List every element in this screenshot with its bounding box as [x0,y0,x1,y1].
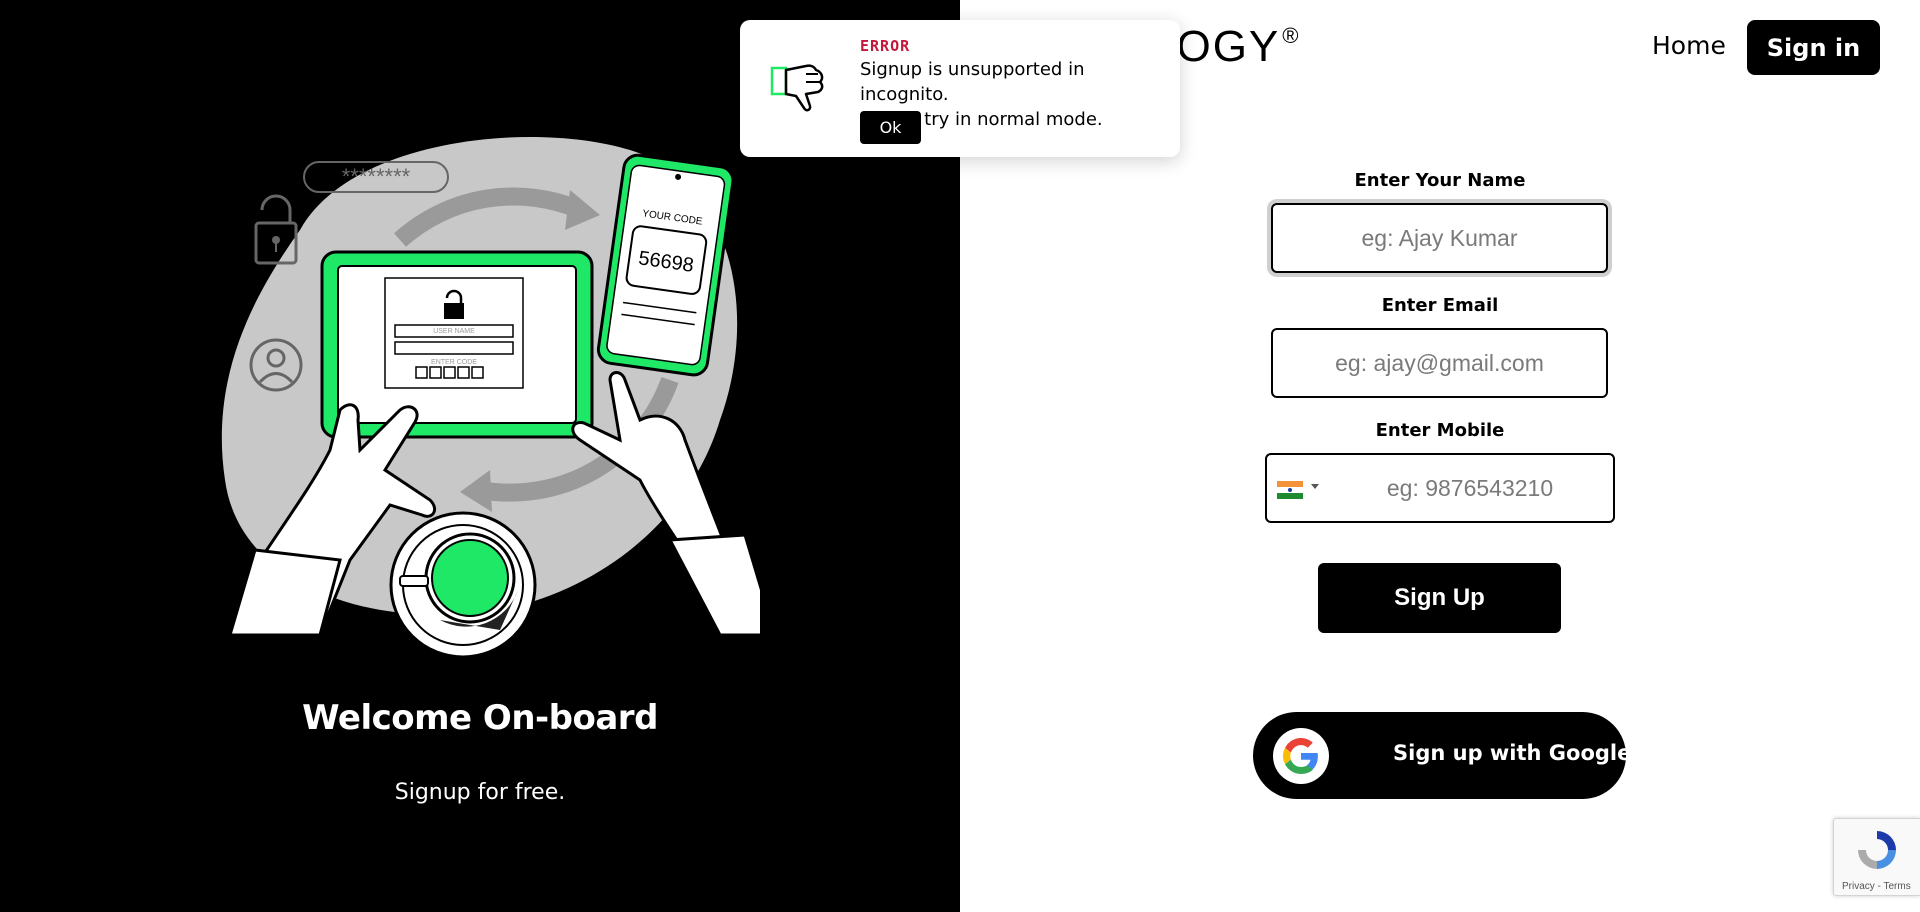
signup-button[interactable]: Sign Up [1318,563,1561,633]
mobile-input[interactable] [1327,455,1613,521]
google-logo-badge [1273,728,1329,784]
email-input[interactable] [1271,328,1608,398]
coffee-cup [389,511,537,659]
recaptcha-badge[interactable]: Privacy - Terms [1833,818,1920,896]
country-dropdown-caret-icon[interactable] [1311,484,1319,489]
toast-message-line1: Signup is unsupported in incognito. [860,59,1085,105]
signup-illustration: ******** USER NAME ENTER CODE YOUR CODE … [221,136,760,659]
google-signup-button[interactable]: Sign up with Google [1253,712,1631,799]
thumbs-down-icon [770,64,824,112]
india-flag-icon[interactable] [1277,481,1303,499]
tablet-username-caption: USER NAME [433,328,475,335]
recaptcha-links[interactable]: Privacy - Terms [1842,881,1911,892]
tablet-code-caption: ENTER CODE [431,359,477,366]
name-label: Enter Your Name [1354,170,1526,191]
registered-mark: ® [1282,23,1301,48]
google-icon [1283,738,1318,774]
toast-title: ERROR [860,37,911,55]
nav-home-link[interactable]: Home [1652,31,1726,60]
welcome-subtitle: Signup for free. [394,780,566,805]
mobile-label: Enter Mobile [1375,420,1505,441]
google-signup-label: Sign up with Google [1393,741,1632,765]
mobile-field [1265,453,1615,523]
welcome-title: Welcome On-board [302,698,658,738]
signin-button[interactable]: Sign in [1747,20,1880,75]
toast-ok-button[interactable]: Ok [860,111,921,144]
password-mask: ******** [342,164,411,189]
email-label: Enter Email [1381,295,1499,316]
name-input[interactable] [1271,203,1608,273]
recaptcha-icon [1858,831,1896,869]
error-toast: ERROR Signup is unsupported in incognito… [740,20,1180,157]
